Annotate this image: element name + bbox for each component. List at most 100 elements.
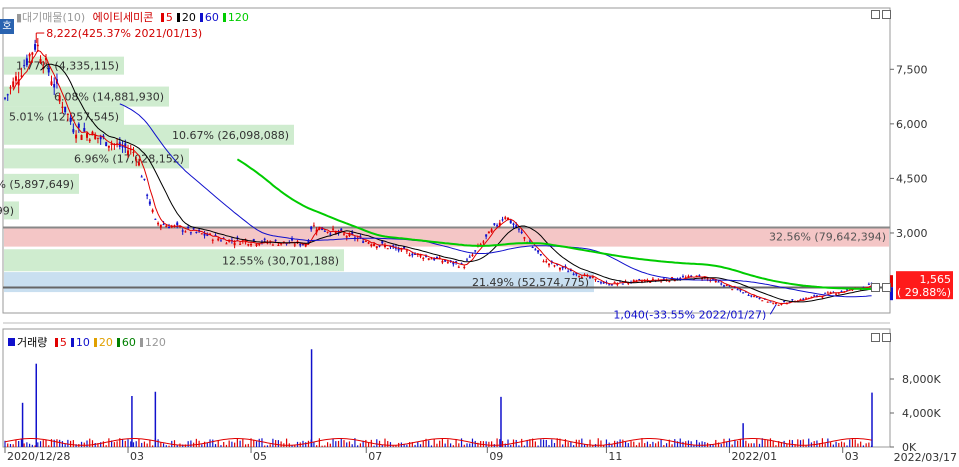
candle-body <box>512 223 515 225</box>
candle-body <box>83 128 86 132</box>
candle-body <box>4 97 6 99</box>
candle-body <box>668 280 671 282</box>
price-tick-label: 3,000 <box>896 227 928 240</box>
candle-body <box>791 299 794 301</box>
candle-body <box>405 250 408 252</box>
candle-body <box>258 244 261 246</box>
candle-body <box>151 209 154 212</box>
candle-body <box>772 302 775 304</box>
candle-body <box>86 133 89 138</box>
candle-body <box>105 142 108 146</box>
x-tick-label: 05 <box>253 450 267 463</box>
candle-body <box>332 228 335 230</box>
candle-body <box>247 244 250 246</box>
candle-body <box>487 231 490 234</box>
legend-stock-name: 에이티세미콘 <box>92 11 154 24</box>
candle-body <box>250 244 253 246</box>
candle-body <box>537 250 540 253</box>
current-price-value: 1,565 <box>920 273 952 286</box>
candle-body <box>397 248 400 251</box>
legend-item-60: 60 <box>199 11 219 24</box>
candle-body <box>706 278 709 280</box>
volume-legend: 거래량 5 10 20 60 120 <box>8 334 166 350</box>
side-badge[interactable]: 호 <box>0 19 14 34</box>
price-panel-minimize-icon[interactable] <box>871 10 880 19</box>
candle-body <box>176 222 179 226</box>
candle-body <box>441 260 444 263</box>
candle-body <box>69 117 72 122</box>
candle-body <box>411 253 414 256</box>
profile-label-3: 10.67% (26,098,088) <box>172 129 289 142</box>
candle-body <box>157 222 160 225</box>
candle-body <box>293 244 296 246</box>
candle-body <box>99 136 102 140</box>
price-panel-restore-icon[interactable] <box>882 283 891 292</box>
candle-body <box>362 241 365 243</box>
candle-body <box>539 254 542 256</box>
legend-item-120: 120 <box>222 11 249 24</box>
candle-body <box>263 238 266 240</box>
legend-ma-items: 5 20 60 120 <box>157 11 249 24</box>
candle-body <box>783 301 786 303</box>
candle-body <box>698 275 701 277</box>
price-panel-close-icon[interactable] <box>882 10 891 19</box>
candle-body <box>471 254 474 257</box>
legend-volume-icon <box>8 338 15 346</box>
candle-body <box>490 229 493 232</box>
candle-body <box>742 292 745 294</box>
candle-body <box>75 134 78 139</box>
candle-body <box>271 244 274 246</box>
candle-body <box>23 65 26 67</box>
profile-label-9: 32.56% (79,642,394) <box>769 231 886 244</box>
candle-body <box>233 242 236 246</box>
price-panel-max-icon[interactable] <box>871 283 880 292</box>
candle-body <box>747 294 750 296</box>
profile-label-6: 0.49% (1,190,999) <box>0 204 14 217</box>
candle-body <box>425 256 428 258</box>
candle-body <box>146 194 149 196</box>
volume-panel-close-icon[interactable] <box>882 333 891 342</box>
x-tick-label: 2020/12/28 <box>7 450 70 463</box>
candle-body <box>714 280 717 283</box>
price-legend: ▮대기매물(10) 에이티세미콘 5 20 60 120 <box>16 9 249 25</box>
candle-body <box>9 87 12 89</box>
candle-body <box>774 303 777 305</box>
candle-body <box>39 59 42 64</box>
candle-body <box>594 278 597 281</box>
candle-body <box>599 282 602 284</box>
candle-body <box>813 295 816 297</box>
candle-body <box>731 289 734 291</box>
candle-body <box>165 225 168 228</box>
candle-body <box>635 279 638 281</box>
candle-body <box>323 230 326 232</box>
candle-body <box>137 162 140 166</box>
candle-body <box>457 266 460 268</box>
candle-body <box>58 95 61 102</box>
candle-body <box>195 231 198 233</box>
volume-panel-minimize-icon[interactable] <box>871 333 880 342</box>
price-tick-label: 7,500 <box>896 63 928 76</box>
candle-body <box>534 249 537 251</box>
stock-chart-window: 1.77% (4,335,115) 6.08% (14,881,930) 5.01%… <box>0 0 959 464</box>
candle-body <box>824 292 827 294</box>
high-annotation: 8,222(425.37% 2021/01/13) <box>46 27 202 40</box>
volume-tick-label: 4,000K <box>902 407 941 420</box>
candle-body <box>14 76 17 81</box>
candle-body <box>12 81 15 87</box>
candle-body <box>589 276 592 278</box>
candle-body <box>184 231 187 233</box>
legend-volume-title: 거래량 <box>17 336 48 349</box>
x-tick-label: 09 <box>489 450 503 463</box>
x-tick-label: 11 <box>608 450 622 463</box>
candle-body <box>143 178 146 180</box>
candle-body <box>758 298 761 300</box>
chart-canvas[interactable]: 1.77% (4,335,115)6.08% (14,881,930)5.01%… <box>0 0 959 464</box>
candle-body <box>753 295 756 297</box>
candle-body <box>159 224 162 228</box>
candle-body <box>66 113 69 115</box>
candle-body <box>299 244 302 246</box>
candle-body <box>291 238 294 241</box>
candle-body <box>632 280 635 282</box>
candle-body <box>496 225 499 227</box>
candle-body <box>408 254 411 257</box>
